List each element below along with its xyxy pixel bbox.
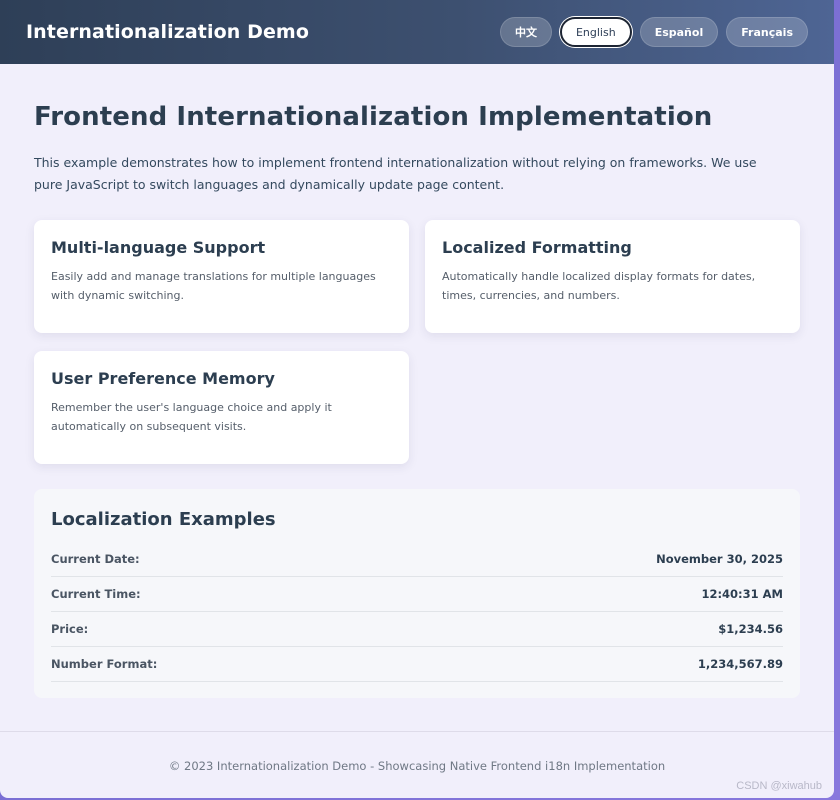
page-footer: © 2023 Internationalization Demo - Showc… <box>0 731 834 798</box>
watermark: CSDN @xiwahub <box>736 780 822 792</box>
lang-button-fr[interactable]: Français <box>726 17 808 47</box>
app-window: Internationalization Demo 中文 English Esp… <box>0 0 834 798</box>
lang-button-es[interactable]: Español <box>639 17 719 47</box>
example-label: Current Date: <box>51 552 140 566</box>
footer-text: © 2023 Internationalization Demo - Showc… <box>168 758 666 773</box>
language-switcher: 中文 English Español Français <box>499 17 808 47</box>
example-value: $1,234.56 <box>718 622 783 636</box>
example-row-number: Number Format: 1,234,567.89 <box>51 647 783 682</box>
lang-button-en[interactable]: English <box>559 17 632 47</box>
feature-description: Automatically handle localized display f… <box>442 270 756 302</box>
main-content: Frontend Internationalization Implementa… <box>0 64 834 698</box>
example-value: 12:40:31 AM <box>701 587 783 601</box>
app-title: Internationalization Demo <box>26 21 309 43</box>
feature-title: User Preference Memory <box>51 369 275 388</box>
feature-card-multilanguage: Multi-language Support Easily add and ma… <box>34 220 409 333</box>
feature-grid: Multi-language Support Easily add and ma… <box>34 220 800 464</box>
feature-description: Remember the user's language choice and … <box>51 401 332 433</box>
intro-text: This example demonstrates how to impleme… <box>34 155 757 192</box>
feature-card-formatting: Localized Formatting Automatically handl… <box>425 220 800 333</box>
top-header: Internationalization Demo 中文 English Esp… <box>0 0 834 64</box>
page-title: Frontend Internationalization Implementa… <box>34 102 713 132</box>
examples-title: Localization Examples <box>51 509 276 530</box>
feature-card-preference: User Preference Memory Remember the user… <box>34 351 409 464</box>
feature-title: Localized Formatting <box>442 238 632 257</box>
example-value: November 30, 2025 <box>656 552 783 566</box>
example-label: Current Time: <box>51 587 141 601</box>
example-row-price: Price: $1,234.56 <box>51 612 783 647</box>
example-value: 1,234,567.89 <box>697 657 783 671</box>
example-row-time: Current Time: 12:40:31 AM <box>51 577 783 612</box>
feature-title: Multi-language Support <box>51 238 266 257</box>
localization-examples: Localization Examples Current Date: Nove… <box>34 489 800 698</box>
example-label: Price: <box>51 622 89 636</box>
lang-button-zh[interactable]: 中文 <box>499 17 552 47</box>
example-row-date: Current Date: November 30, 2025 <box>51 542 783 577</box>
example-label: Number Format: <box>51 657 158 671</box>
feature-description: Easily add and manage translations for m… <box>51 270 376 302</box>
